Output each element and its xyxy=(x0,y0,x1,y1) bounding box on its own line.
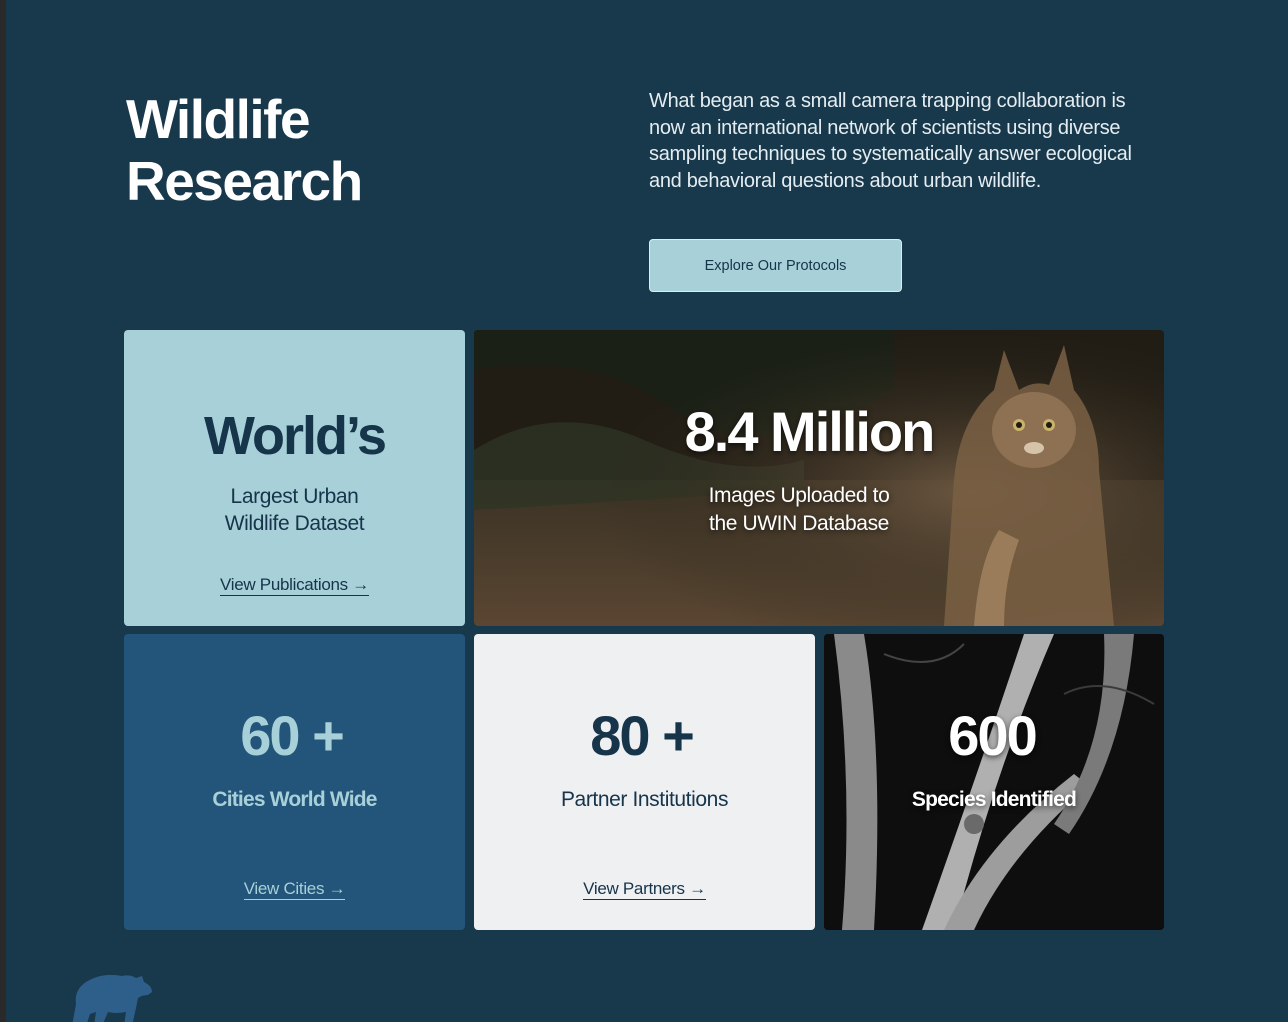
partners-headline: 80 + xyxy=(590,704,695,767)
cities-label: Cities World Wide xyxy=(212,788,377,811)
cities-stat-card: 60 + Cities World Wide View Cities → xyxy=(124,634,465,930)
bear-icon xyxy=(72,974,152,1022)
images-label-line-1: Images Uploaded to xyxy=(708,484,890,507)
partners-label: Partner Institutions xyxy=(560,788,729,811)
species-headline: 600 xyxy=(948,704,1037,767)
explore-protocols-button[interactable]: Explore Our Protocols xyxy=(649,239,902,292)
view-publications-wrapper: View Publications → xyxy=(124,574,465,596)
dataset-label-line-2: Wildlife Dataset xyxy=(224,512,365,535)
night-trees-photo xyxy=(824,634,1164,930)
page: Wildlife Research What began as a small … xyxy=(6,0,1288,1022)
dataset-label-line-1: Largest Urban xyxy=(230,485,359,508)
species-label: Species Identified xyxy=(911,788,1077,811)
view-partners-wrapper: View Partners → xyxy=(474,878,815,900)
view-partners-link[interactable]: View Partners → xyxy=(583,879,706,900)
images-stat-card: 8.4 Million Images Uploaded to the UWIN … xyxy=(474,330,1164,626)
view-cities-link[interactable]: View Cities → xyxy=(243,879,346,900)
dataset-stat-card: World’s Largest Urban Wildlife Dataset V… xyxy=(124,330,465,626)
page-title: Wildlife Research xyxy=(126,88,363,212)
partners-stat-card: 80 + Partner Institutions View Partners … xyxy=(474,634,815,930)
species-stat-card: 600 Species Identified xyxy=(824,634,1164,930)
view-publications-link[interactable]: View Publications → xyxy=(220,575,369,596)
page-title-line-1: Wildlife xyxy=(126,88,311,150)
hero-description: What began as a small camera trapping co… xyxy=(649,90,1132,192)
page-title-line-2: Research xyxy=(126,150,363,212)
view-cities-wrapper: View Cities → xyxy=(124,878,465,900)
images-label-line-2: the UWIN Database xyxy=(709,512,889,535)
images-headline: 8.4 Million xyxy=(684,400,936,463)
dataset-headline: World’s xyxy=(203,406,387,466)
bobcat-photo xyxy=(474,330,1164,626)
cities-headline: 60 + xyxy=(240,704,345,767)
